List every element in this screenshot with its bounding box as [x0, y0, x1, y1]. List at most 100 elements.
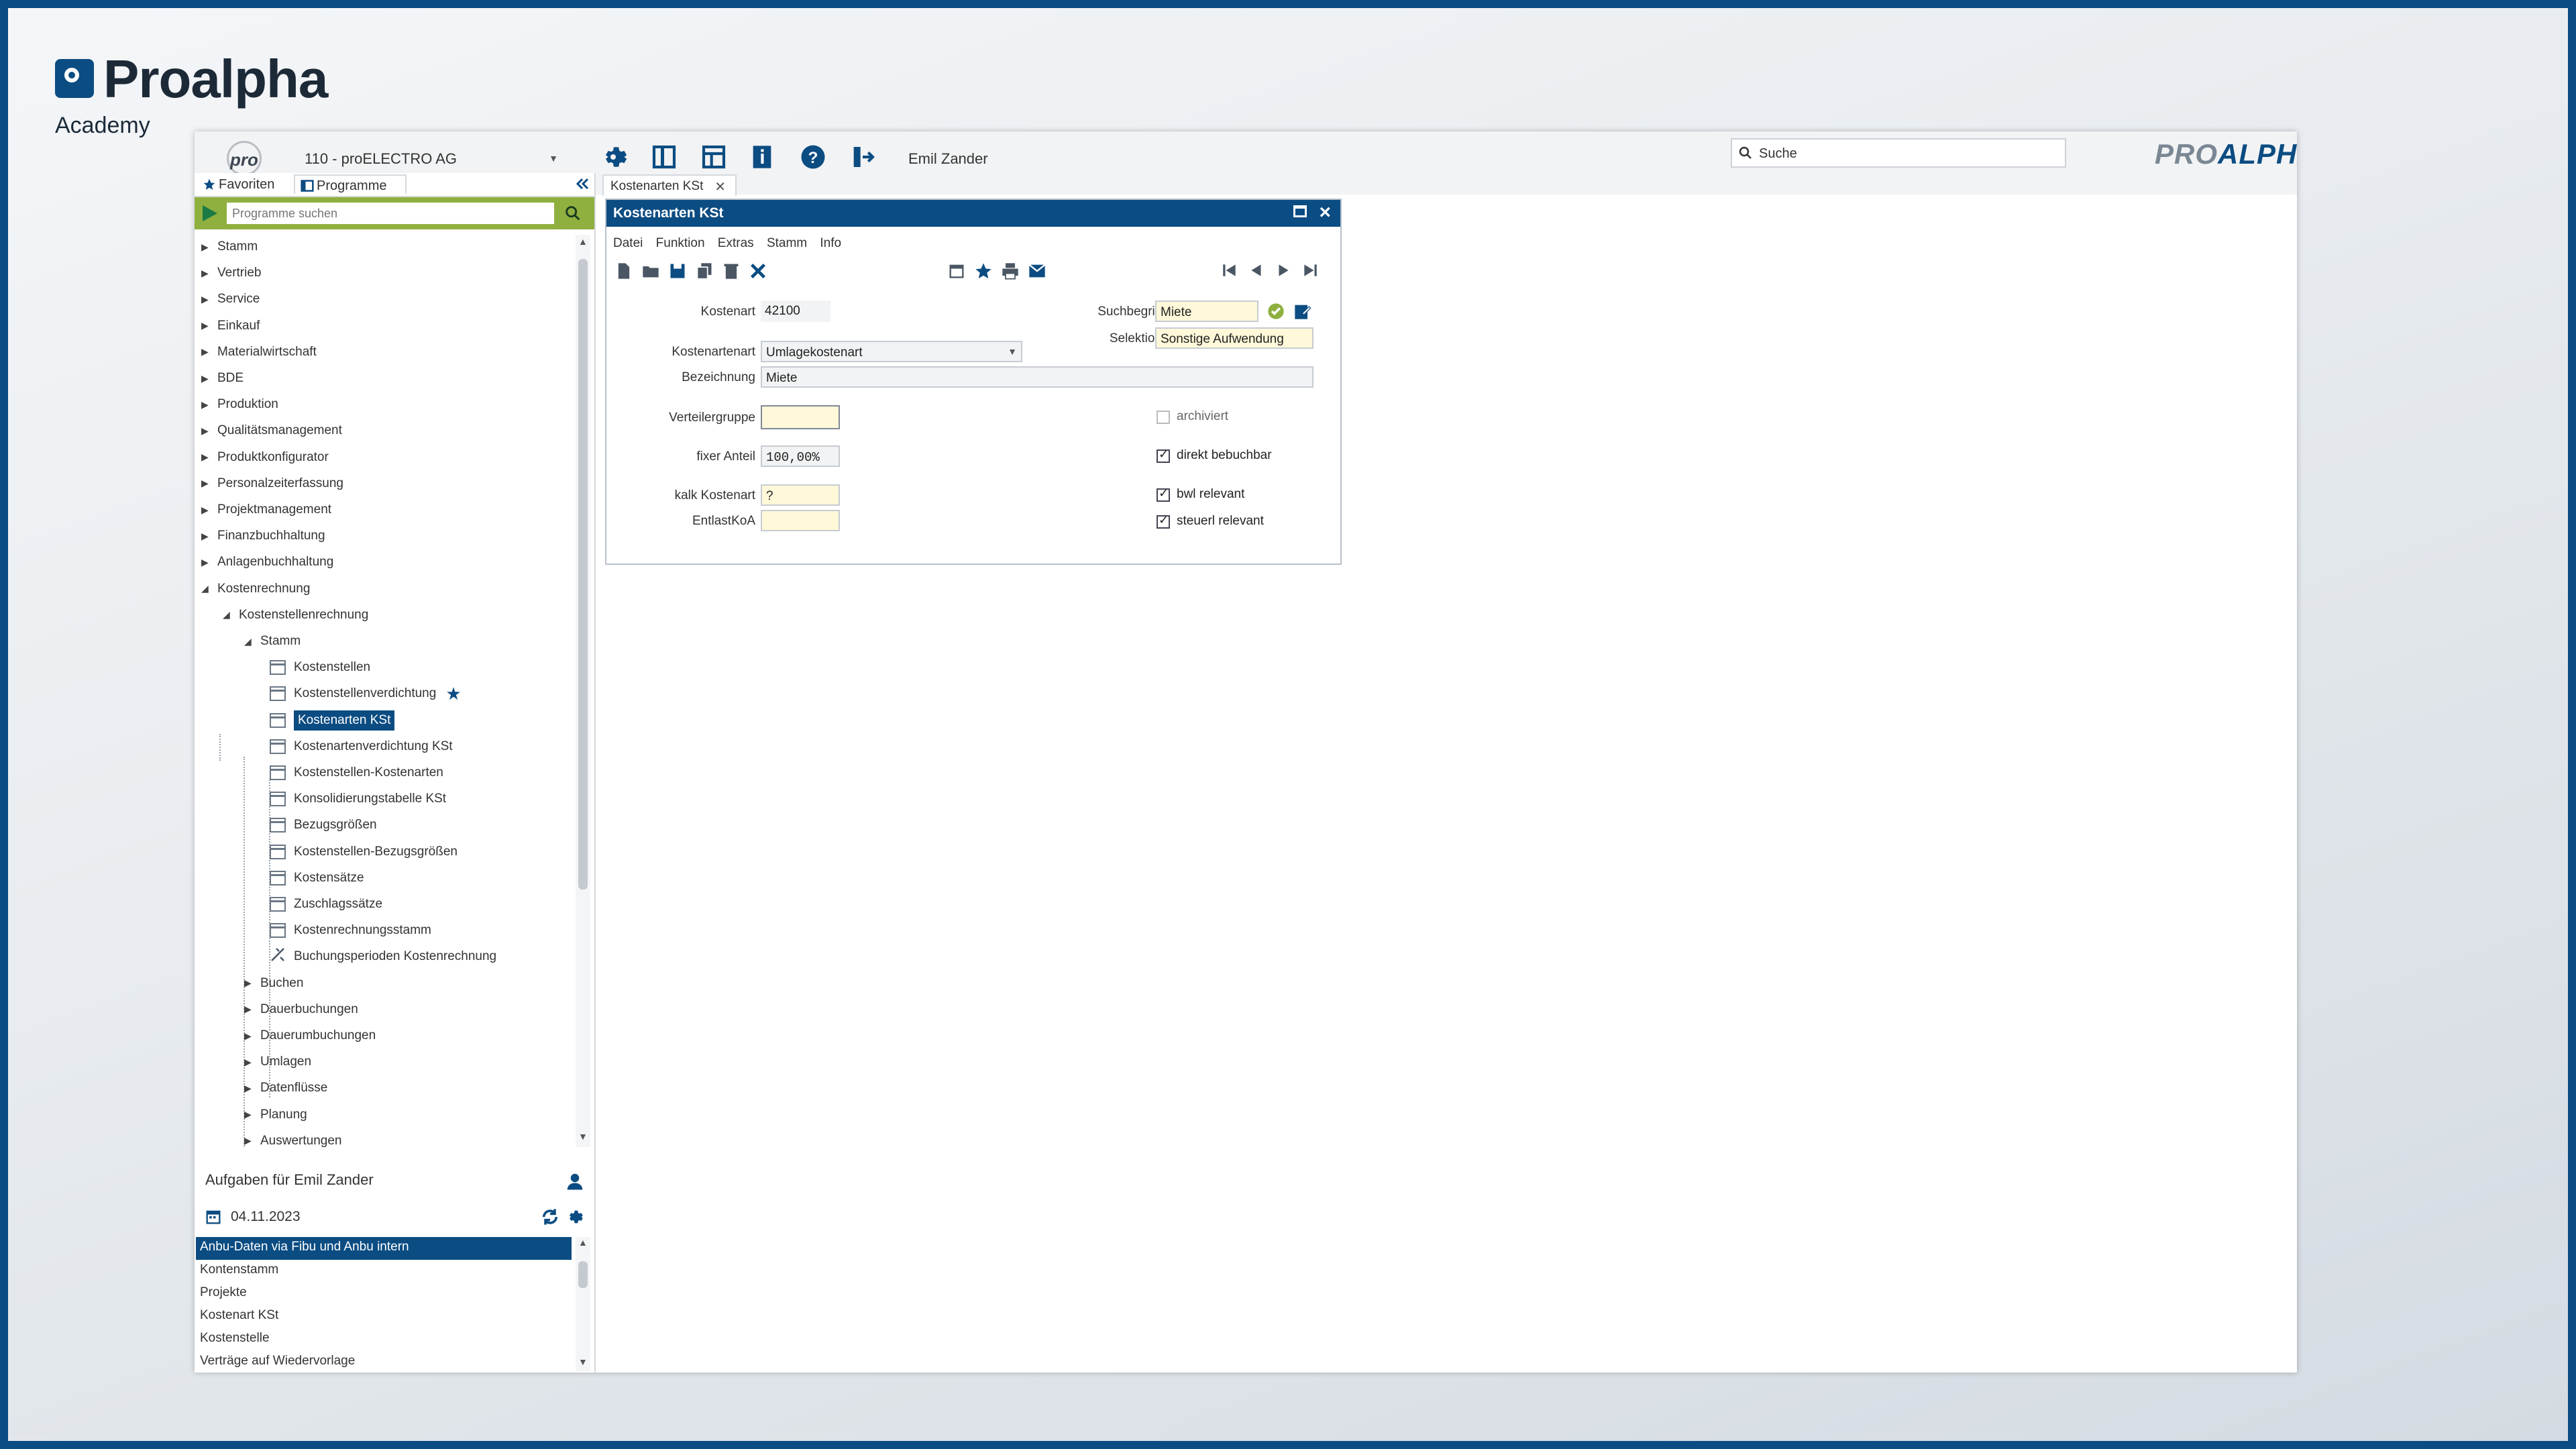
- task-item[interactable]: Kontenstamm: [196, 1260, 572, 1283]
- next-record-icon[interactable]: [1275, 262, 1292, 282]
- tab-kostenarten-kst[interactable]: Kostenarten KSt ✕: [602, 174, 737, 196]
- tree-item[interactable]: ▶ Projektmanagement: [201, 498, 331, 522]
- collapsed-arrow-icon[interactable]: ▶: [201, 478, 217, 489]
- info-icon[interactable]: [743, 138, 781, 176]
- scrollbar-thumb[interactable]: [578, 259, 588, 890]
- menu-info[interactable]: Info: [820, 236, 841, 250]
- mail-icon[interactable]: [1028, 262, 1046, 284]
- close-icon[interactable]: ×: [1319, 201, 1331, 224]
- tree-item[interactable]: Bezugsgrößen: [270, 813, 377, 837]
- scroll-up-icon[interactable]: ▲: [578, 236, 588, 247]
- tree-item[interactable]: ▶ Planung: [244, 1103, 307, 1127]
- favorite-star-icon[interactable]: [974, 262, 993, 284]
- cancel-icon[interactable]: [749, 262, 767, 284]
- tree-item[interactable]: Kostenartenverdichtung KSt: [270, 735, 453, 759]
- tree-item[interactable]: ▶ Buchen: [244, 971, 303, 996]
- tree-item[interactable]: ▶ Finanzbuchhaltung: [201, 524, 325, 548]
- entlastkoa-field[interactable]: [761, 510, 840, 531]
- expanded-arrow-icon[interactable]: ◢: [244, 636, 260, 647]
- company-select[interactable]: 110 - proELECTRO AG ▼: [297, 141, 565, 176]
- collapsed-arrow-icon[interactable]: ▶: [244, 1057, 260, 1068]
- tree-item[interactable]: ▶ Produktion: [201, 392, 278, 417]
- menu-extras[interactable]: Extras: [718, 236, 754, 250]
- steuerl-relevant-checkbox[interactable]: [1157, 513, 1170, 529]
- kostenart-field[interactable]: 42100: [761, 301, 830, 322]
- collapsed-arrow-icon[interactable]: ▶: [201, 531, 217, 542]
- tree-item[interactable]: ▶ Stamm: [201, 235, 258, 259]
- collapsed-arrow-icon[interactable]: ▶: [201, 504, 217, 516]
- window-layout-icon[interactable]: [695, 138, 733, 176]
- collapsed-arrow-icon[interactable]: ▶: [244, 1083, 260, 1094]
- bwl-relevant-checkbox[interactable]: [1157, 486, 1170, 502]
- scroll-down-icon[interactable]: ▼: [578, 1131, 588, 1142]
- task-item[interactable]: Projekte: [196, 1283, 572, 1305]
- refresh-icon[interactable]: [541, 1208, 559, 1230]
- bezeichnung-field[interactable]: Miete: [761, 366, 1313, 388]
- tree-item[interactable]: ▶ Einkauf: [201, 314, 260, 338]
- tree-item[interactable]: Kostenrechnungsstamm: [270, 918, 431, 943]
- collapsed-arrow-icon[interactable]: ▶: [244, 1004, 260, 1015]
- save-icon[interactable]: [668, 262, 687, 284]
- tree-item[interactable]: Kostenarten KSt: [270, 708, 395, 733]
- tree-item[interactable]: ▶ Personalzeiterfassung: [201, 472, 343, 496]
- close-icon[interactable]: ✕: [714, 178, 726, 195]
- maximize-icon[interactable]: [1293, 205, 1307, 217]
- tree-item[interactable]: ◢ Kostenrechnung: [201, 577, 310, 601]
- collapsed-arrow-icon[interactable]: ▶: [244, 1109, 260, 1120]
- delete-icon[interactable]: [722, 262, 741, 284]
- direkt-bebuchbar-checkbox[interactable]: [1157, 447, 1170, 463]
- tree-item[interactable]: ▶ BDE: [201, 366, 244, 390]
- tree-item[interactable]: Konsolidierungstabelle KSt: [270, 787, 446, 811]
- tab-favoriten[interactable]: Favoriten: [197, 174, 290, 195]
- tree-item[interactable]: ▶ Qualitätsmanagement: [201, 419, 342, 443]
- favorite-star-icon[interactable]: ★: [445, 684, 461, 704]
- calendar-icon[interactable]: [947, 262, 966, 284]
- tree-item[interactable]: ▶ Auswertungen: [244, 1129, 341, 1147]
- kalk-kostenart-field[interactable]: ?: [761, 484, 840, 506]
- expanded-arrow-icon[interactable]: ◢: [201, 583, 217, 594]
- tree-item[interactable]: ▶ Vertrieb: [201, 261, 261, 285]
- tree-item[interactable]: Kostenstellenverdichtung ★: [270, 682, 462, 706]
- tree-item[interactable]: ▶ Datenflüsse: [244, 1076, 327, 1100]
- first-record-icon[interactable]: [1221, 262, 1238, 282]
- run-icon[interactable]: [203, 205, 217, 221]
- tree-item[interactable]: ▶ Dauerbuchungen: [244, 998, 358, 1022]
- fixer-anteil-field[interactable]: 100,00%: [761, 445, 840, 467]
- task-item[interactable]: Kostenart KSt: [196, 1305, 572, 1328]
- task-item[interactable]: Anbu-Daten via Fibu und Anbu intern: [196, 1237, 572, 1260]
- print-icon[interactable]: [1001, 262, 1020, 284]
- task-item[interactable]: Kostenstelle: [196, 1328, 572, 1351]
- menu-datei[interactable]: Datei: [613, 236, 643, 250]
- calendar-icon[interactable]: [204, 1208, 223, 1230]
- collapsed-arrow-icon[interactable]: ▶: [201, 399, 217, 411]
- tree-item[interactable]: ◢ Kostenstellenrechnung: [223, 603, 368, 627]
- kostenartenart-select[interactable]: Umlagekostenart ▼: [761, 341, 1022, 362]
- last-record-icon[interactable]: [1301, 262, 1319, 282]
- expanded-arrow-icon[interactable]: ◢: [223, 609, 239, 621]
- suchbegriff-field[interactable]: Miete: [1155, 301, 1258, 322]
- tree-item[interactable]: Kostensätze: [270, 866, 364, 890]
- verteilergruppe-field[interactable]: [761, 405, 840, 429]
- tree-item[interactable]: Kostenstellen-Bezugsgrößen: [270, 840, 458, 864]
- program-search-input[interactable]: [227, 203, 554, 224]
- collapse-panel-icon[interactable]: [574, 176, 590, 195]
- tree-item[interactable]: ▶ Umlagen: [244, 1050, 311, 1074]
- tree-item[interactable]: ▶ Dauerumbuchungen: [244, 1024, 376, 1048]
- tree-item[interactable]: Kostenstellen-Kostenarten: [270, 761, 443, 785]
- open-folder-icon[interactable]: [641, 262, 660, 284]
- tree-item[interactable]: ▶ Materialwirtschaft: [201, 340, 317, 364]
- logout-icon[interactable]: [844, 138, 881, 176]
- pro-logo[interactable]: pro: [227, 141, 262, 176]
- previous-record-icon[interactable]: [1248, 262, 1265, 282]
- collapsed-arrow-icon[interactable]: ▶: [201, 346, 217, 358]
- collapsed-arrow-icon[interactable]: ▶: [244, 977, 260, 989]
- tree-item[interactable]: Zuschlagssätze: [270, 892, 382, 916]
- collapsed-arrow-icon[interactable]: ▶: [201, 373, 217, 384]
- new-document-icon[interactable]: [614, 262, 633, 284]
- collapsed-arrow-icon[interactable]: ▶: [201, 320, 217, 331]
- user-icon[interactable]: [565, 1171, 585, 1195]
- collapsed-arrow-icon[interactable]: ▶: [244, 1135, 260, 1146]
- collapsed-arrow-icon[interactable]: ▶: [244, 1030, 260, 1042]
- tree-scrollbar[interactable]: ▲ ▼: [576, 235, 590, 1147]
- selektion-field[interactable]: Sonstige Aufwendung: [1155, 327, 1313, 349]
